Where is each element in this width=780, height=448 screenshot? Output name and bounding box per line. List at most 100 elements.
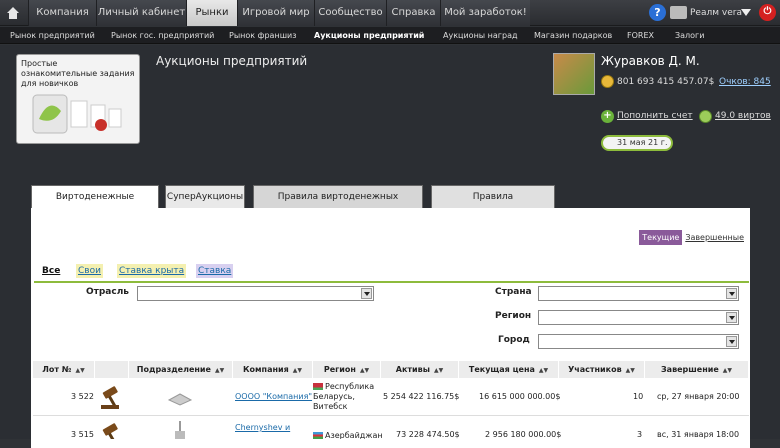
table-row[interactable]: 3 515 Chernyshev и Азербайджан 73 228 47… [33,417,749,439]
top-navigation: Компания Личный кабинет Рынки Игровой ми… [0,0,780,26]
tab-virtual-money-auctions[interactable]: Виртоденежные аукционы [31,185,159,225]
sort-icon[interactable]: ▲▼ [539,367,548,374]
filter-bid-covered[interactable]: Ставка крыта [117,264,187,278]
power-icon[interactable]: ⏻ [759,4,776,21]
money-balance: 801 693 415 457.07$ [617,77,715,87]
auctions-table-header: Лот № ▲▼ Подразделение ▲▼ Компания ▲▼ Регио… [33,361,749,378]
lot-number: 3 515 [71,430,94,439]
col-current-price[interactable]: Текущая цена ▲▼ [459,361,559,378]
coin-icon [601,75,614,88]
azerbaijan-flag-icon [313,432,323,439]
end-time: ср, 27 января 20:00 [657,392,740,401]
sort-icon[interactable]: ▲▼ [75,367,84,374]
page-title: Аукционы предприятий [156,54,308,68]
country-select[interactable] [538,286,739,301]
avatar[interactable] [553,53,595,95]
nav-item-cabinet[interactable]: Личный кабинет [96,0,186,26]
col-lot[interactable]: Лот № ▲▼ [33,361,95,378]
industry-label: Отрасль [86,287,130,297]
tab-super-auctions[interactable]: СуперАукционы [165,185,245,208]
sort-icon[interactable]: ▲▼ [723,367,732,374]
nav-item-markets[interactable]: Рынки [186,0,237,26]
subnav-enterprise-market[interactable]: Рынок предприятий [10,27,95,44]
table-row[interactable]: 3 522 ОООО "Компания" Республика Беларусь… [33,380,749,416]
region-select[interactable] [538,310,739,325]
col-division[interactable]: Подразделение ▲▼ [129,361,233,378]
chevron-down-icon [726,336,737,347]
virts-balance[interactable]: 49.0 виртов [715,111,771,121]
sort-icon[interactable]: ▲▼ [434,367,443,374]
filter-own[interactable]: Свои [76,264,103,278]
user-name[interactable]: Журавков Д. М. [601,54,700,68]
status-filter: Текущие Завершенные [639,230,744,245]
subnav-franchise-market[interactable]: Рынок франшиз [229,27,296,44]
industry-select[interactable] [137,286,374,301]
bid-filter-tabs: Все Свои Ставка крыта Ставка [34,262,749,283]
sort-icon[interactable]: ▲▼ [215,367,224,374]
col-assets[interactable]: Активы ▲▼ [381,361,459,378]
col-end[interactable]: Завершение ▲▼ [645,361,749,378]
city-select[interactable] [538,334,739,349]
chevron-down-icon [361,288,372,299]
nav-item-earnings[interactable]: Мой заработок! [440,0,530,26]
tab-virtual-auction-rules[interactable]: Правила виртоденежных аукционов [253,185,423,225]
gavel-icon [101,386,119,409]
belarus-flag-icon [313,383,323,390]
current-price: 2 956 180 000.00$ [485,430,562,439]
subnav-pledges[interactable]: Залоги [675,27,704,44]
col-company[interactable]: Компания ▲▼ [233,361,313,378]
newbie-tasks-text: Простые ознакомительные задания для нови… [21,59,135,88]
region-label: Регион [495,311,532,321]
col-region[interactable]: Регион ▲▼ [313,361,381,378]
city-label: Город [498,335,530,345]
filter-finished[interactable]: Завершенные [685,233,744,242]
subnav-forex[interactable]: FOREX [627,27,654,44]
realm-label[interactable]: Реалм vera [690,0,742,26]
participants-count: 10 [633,392,644,401]
gavel-icon [102,423,118,439]
auction-tabs: Виртоденежные аукционы СуперАукционы Пра… [31,185,751,225]
subnav-gov-market[interactable]: Рынок гос. предприятий [111,27,214,44]
chevron-down-icon [726,312,737,323]
help-icon[interactable]: ? [649,4,666,21]
assets-value: 73 228 474.50$ [396,430,460,439]
col-participants[interactable]: Участников ▲▼ [559,361,645,378]
subnav-gift-shop[interactable]: Магазин подарков [534,27,612,44]
subnav-award-auctions[interactable]: Аукционы наград [443,27,518,44]
assets-value: 5 254 422 116.75$ [383,392,460,401]
subnav-enterprise-auctions[interactable]: Аукционы предприятий [314,27,424,44]
chevron-down-icon[interactable] [741,9,751,16]
nav-item-company[interactable]: Компания [28,0,96,26]
sub-navigation: Рынок предприятий Рынок гос. предприятий… [0,27,780,44]
chevron-down-icon [726,288,737,299]
filter-all[interactable]: Все [40,264,62,278]
home-icon[interactable] [6,6,20,20]
topup-link[interactable]: Пополнить счет [617,111,693,121]
sort-icon[interactable]: ▲▼ [293,367,302,374]
points-link[interactable]: Очков: 845 [719,77,771,87]
company-link[interactable]: Chernyshev и [235,423,290,432]
sort-icon[interactable]: ▲▼ [360,367,369,374]
filter-bid[interactable]: Ставка [196,264,234,278]
region-cell: Азербайджан [313,431,383,439]
tasks-illustration-icon [32,94,122,134]
end-time: вс, 31 января 18:00 [657,430,740,439]
participants-count: 3 [637,430,643,439]
virt-coin-icon [699,110,712,123]
plus-icon: + [601,110,614,123]
country-label: Страна [495,287,532,297]
nav-item-help[interactable]: Справка [386,0,440,26]
nav-item-game-world[interactable]: Игровой мир [237,0,314,26]
main-content: Простые ознакомительные задания для нови… [0,45,780,448]
sort-icon[interactable]: ▲▼ [626,367,635,374]
filter-current[interactable]: Текущие [639,230,683,245]
newbie-tasks-banner[interactable]: Простые ознакомительные задания для нови… [16,54,140,144]
tower-icon [175,421,185,439]
lot-number: 3 522 [71,392,94,401]
company-link[interactable]: ОООО "Компания" [235,392,312,401]
tab-super-auction-rules[interactable]: Правила СуперАукционов [431,185,555,225]
mail-icon[interactable] [670,6,687,19]
user-profile: Журавков Д. М. 801 693 415 457.07$ Очков… [553,53,773,153]
col-icon [95,361,129,378]
nav-item-community[interactable]: Сообщество [314,0,386,26]
